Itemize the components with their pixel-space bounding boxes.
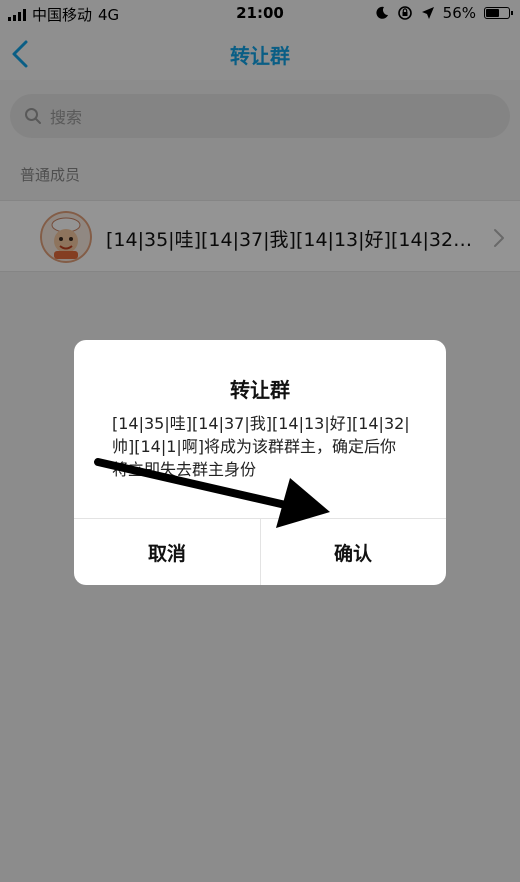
dialog-title: 转让群 <box>230 378 290 402</box>
confirm-button[interactable]: 确认 <box>260 519 446 585</box>
transfer-group-dialog: 转让群 [14|35|哇][14|37|我][14|13|好][14|32|帅]… <box>74 340 446 585</box>
cancel-button[interactable]: 取消 <box>74 519 260 585</box>
dialog-message: [14|35|哇][14|37|我][14|13|好][14|32|帅][14|… <box>112 414 410 479</box>
